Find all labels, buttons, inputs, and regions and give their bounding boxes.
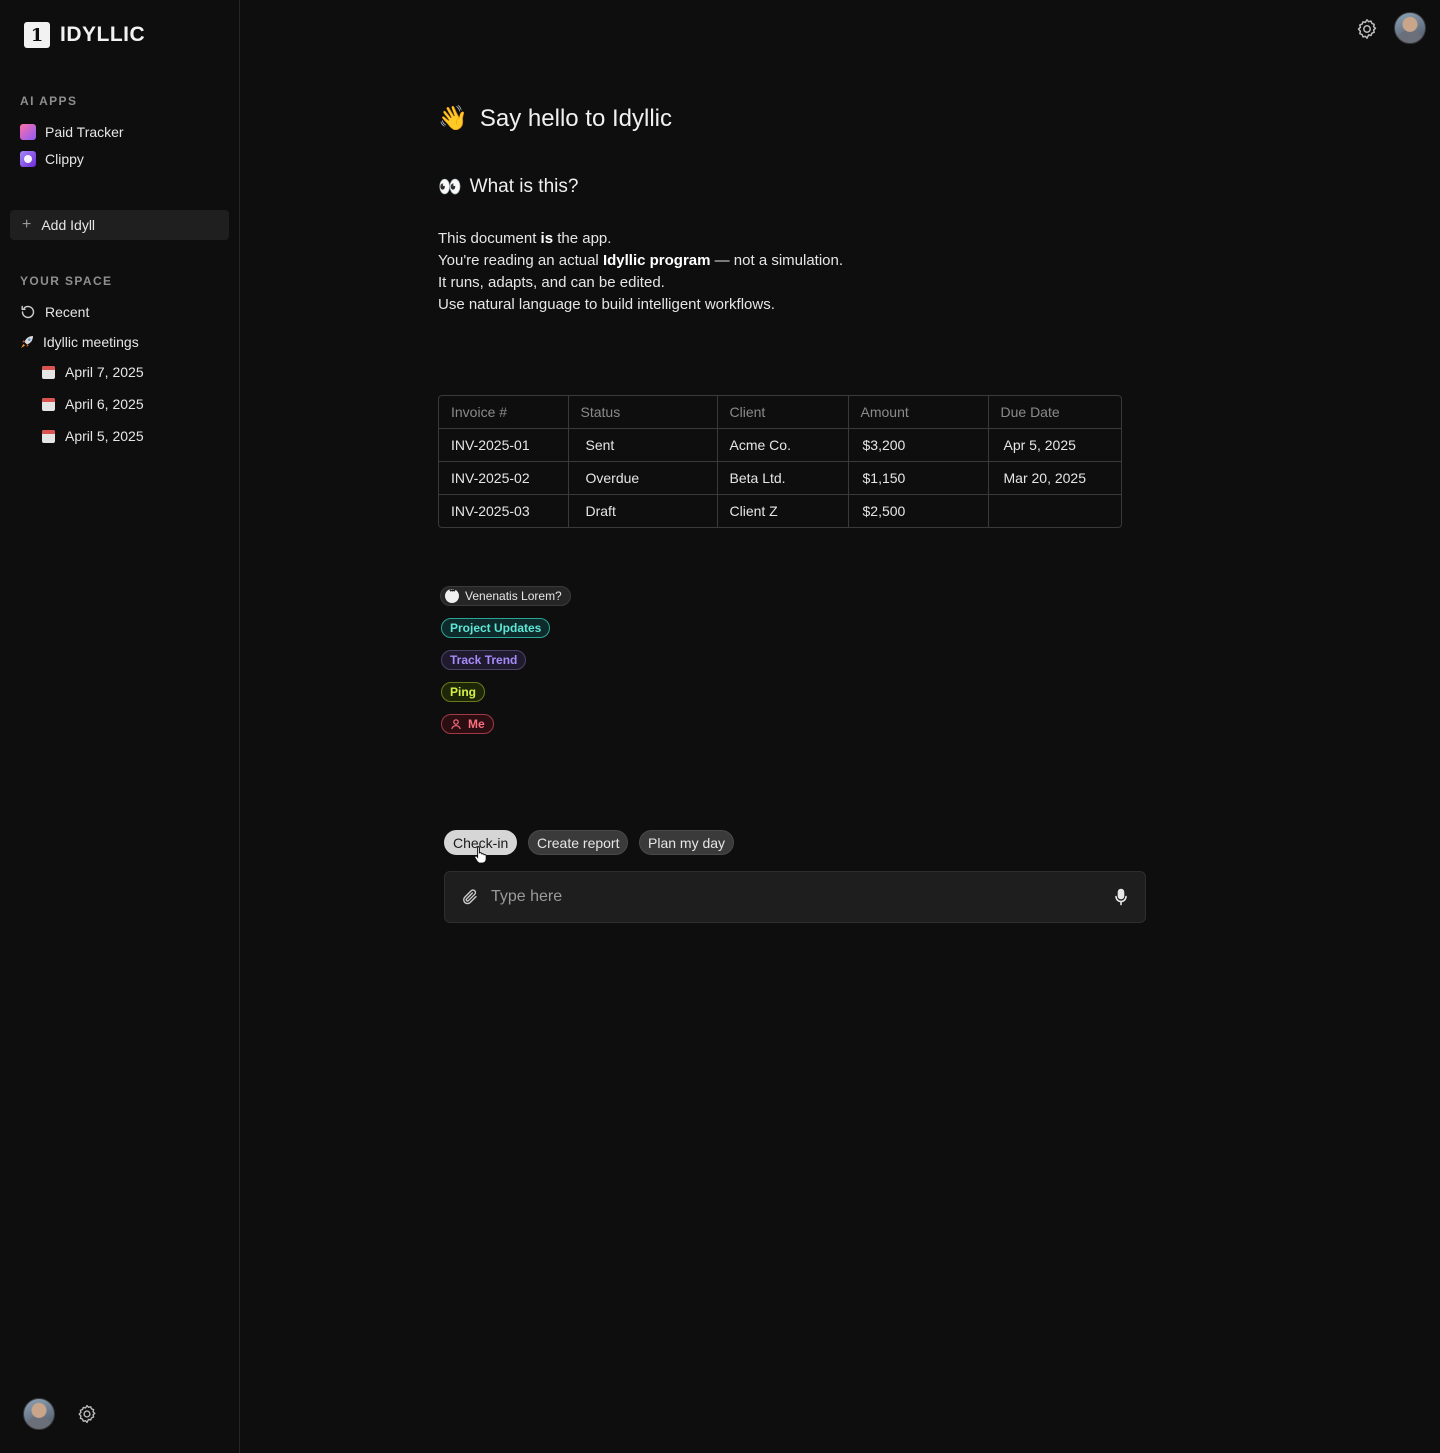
table-cell[interactable]: $1,150 bbox=[848, 461, 989, 495]
paperclip-icon[interactable] bbox=[461, 888, 479, 906]
chat-input-box bbox=[444, 871, 1146, 923]
column-header[interactable]: Client bbox=[717, 396, 849, 429]
rocket-icon bbox=[20, 335, 34, 349]
invoice-table: Invoice # Status Client Amount Due Date … bbox=[438, 395, 1122, 528]
logo[interactable]: 1 IDYLLIC bbox=[24, 22, 145, 48]
message-input[interactable] bbox=[491, 888, 1113, 906]
table-cell[interactable]: Draft bbox=[568, 494, 718, 527]
table-cell[interactable]: Overdue bbox=[568, 461, 718, 495]
table-row[interactable]: INV-2025-01 Sent Acme Co. $3,200 Apr 5, … bbox=[439, 428, 1121, 462]
tag-track-trend[interactable]: Track Trend bbox=[441, 650, 527, 670]
sidebar-item-meeting[interactable]: April 7, 2025 bbox=[42, 364, 144, 380]
table-cell[interactable]: Beta Ltd. bbox=[717, 461, 849, 495]
tag-ping[interactable]: Ping bbox=[441, 682, 485, 702]
wave-emoji-icon: 👋 bbox=[438, 105, 468, 132]
table-row[interactable]: INV-2025-02 Overdue Beta Ltd. $1,150 Mar… bbox=[439, 461, 1121, 495]
app-root: 1 IDYLLIC AI APPS Paid Tracker Clippy + … bbox=[0, 0, 1440, 1453]
tag-venenatis-lorem[interactable]: Venenatis Lorem? bbox=[440, 586, 571, 606]
chat-dots-icon bbox=[445, 586, 459, 603]
table-header-row: Invoice # Status Client Amount Due Date bbox=[439, 396, 1121, 429]
table-cell[interactable]: INV-2025-02 bbox=[439, 461, 569, 495]
ai-apps-label: AI APPS bbox=[20, 94, 78, 108]
tag-label: Me bbox=[468, 717, 485, 731]
tag-label: Track Trend bbox=[450, 653, 518, 667]
tag-me[interactable]: Me bbox=[441, 714, 494, 734]
add-idyll-label: Add Idyll bbox=[41, 217, 96, 233]
sidebar-item-idyllic-meetings[interactable]: Idyllic meetings bbox=[20, 334, 139, 350]
sidebar-item-label: April 6, 2025 bbox=[65, 396, 144, 412]
user-avatar[interactable] bbox=[23, 1398, 55, 1430]
sidebar-item-meeting[interactable]: April 5, 2025 bbox=[42, 428, 144, 444]
table-cell[interactable]: Acme Co. bbox=[717, 428, 849, 462]
sidebar-item-paid-tracker[interactable]: Paid Tracker bbox=[20, 124, 124, 140]
table-row[interactable]: INV-2025-03 Draft Client Z $2,500 bbox=[439, 494, 1121, 527]
plus-icon: + bbox=[22, 216, 32, 233]
page-title-text: Say hello to Idyllic bbox=[479, 104, 672, 132]
column-header[interactable]: Amount bbox=[848, 396, 989, 429]
table-cell[interactable]: $3,200 bbox=[848, 428, 989, 462]
gear-icon[interactable] bbox=[76, 1403, 98, 1425]
section-heading-text: What is this? bbox=[469, 176, 579, 197]
table-cell[interactable]: Client Z bbox=[717, 494, 849, 527]
sidebar-item-label: April 5, 2025 bbox=[65, 428, 144, 444]
intro-line: It runs, adapts, and can be edited. bbox=[438, 274, 665, 291]
tag-label: Ping bbox=[450, 685, 476, 699]
chip-label: Plan my day bbox=[648, 834, 726, 851]
your-space-label: YOUR SPACE bbox=[20, 274, 113, 288]
eyes-emoji-icon: 👀 bbox=[438, 177, 462, 198]
history-icon bbox=[20, 304, 36, 320]
calendar-icon bbox=[42, 397, 55, 411]
user-icon bbox=[450, 718, 462, 730]
logo-mark-icon: 1 bbox=[24, 22, 50, 48]
table-cell[interactable]: Apr 5, 2025 bbox=[988, 428, 1121, 462]
column-header[interactable]: Invoice # bbox=[439, 396, 569, 429]
sidebar-item-label: Recent bbox=[45, 304, 90, 320]
table-cell[interactable]: Sent bbox=[568, 428, 718, 462]
sidebar-item-meeting[interactable]: April 6, 2025 bbox=[42, 396, 144, 412]
sidebar-item-label: Clippy bbox=[45, 151, 84, 167]
table-cell[interactable] bbox=[988, 494, 1121, 527]
calendar-icon bbox=[42, 429, 55, 443]
sidebar: 1 IDYLLIC AI APPS Paid Tracker Clippy + … bbox=[0, 0, 240, 1453]
section-heading: 👀 What is this? bbox=[438, 175, 578, 199]
paid-tracker-icon bbox=[20, 124, 36, 140]
page-title: 👋 Say hello to Idyllic bbox=[438, 104, 672, 133]
table-cell[interactable]: INV-2025-01 bbox=[439, 428, 569, 462]
column-header[interactable]: Status bbox=[568, 396, 718, 429]
sidebar-item-clippy[interactable]: Clippy bbox=[20, 151, 84, 167]
sidebar-item-label: Paid Tracker bbox=[45, 124, 124, 140]
intro-line: This document is the app. bbox=[438, 230, 612, 247]
tag-project-updates[interactable]: Project Updates bbox=[441, 618, 551, 638]
column-header[interactable]: Due Date bbox=[988, 396, 1121, 429]
table-cell[interactable]: $2,500 bbox=[848, 494, 989, 527]
brand-name: IDYLLIC bbox=[60, 23, 146, 46]
intro-paragraph: This document is the app. You're reading… bbox=[438, 228, 843, 316]
profile-avatar[interactable] bbox=[1394, 12, 1426, 44]
intro-line: Use natural language to build intelligen… bbox=[438, 296, 775, 313]
add-idyll-button[interactable]: + Add Idyll bbox=[10, 210, 229, 240]
sidebar-item-label: Idyllic meetings bbox=[43, 334, 139, 350]
sidebar-item-recent[interactable]: Recent bbox=[20, 304, 89, 320]
chip-plan-my-day[interactable]: Plan my day bbox=[639, 830, 735, 855]
chip-label: Create report bbox=[537, 834, 620, 851]
calendar-icon bbox=[42, 365, 55, 379]
sidebar-item-label: April 7, 2025 bbox=[65, 364, 144, 380]
intro-line: You're reading an actual Idyllic program… bbox=[438, 252, 844, 269]
settings-gear-icon[interactable] bbox=[1355, 17, 1379, 41]
tag-label: Project Updates bbox=[450, 621, 542, 635]
clippy-icon bbox=[20, 151, 36, 167]
table-cell[interactable]: Mar 20, 2025 bbox=[988, 461, 1121, 495]
table-cell[interactable]: INV-2025-03 bbox=[439, 494, 569, 527]
hand-cursor-icon bbox=[474, 845, 488, 868]
chip-create-report[interactable]: Create report bbox=[528, 830, 629, 855]
microphone-icon[interactable] bbox=[1113, 888, 1129, 906]
tag-label: Venenatis Lorem? bbox=[465, 589, 562, 603]
